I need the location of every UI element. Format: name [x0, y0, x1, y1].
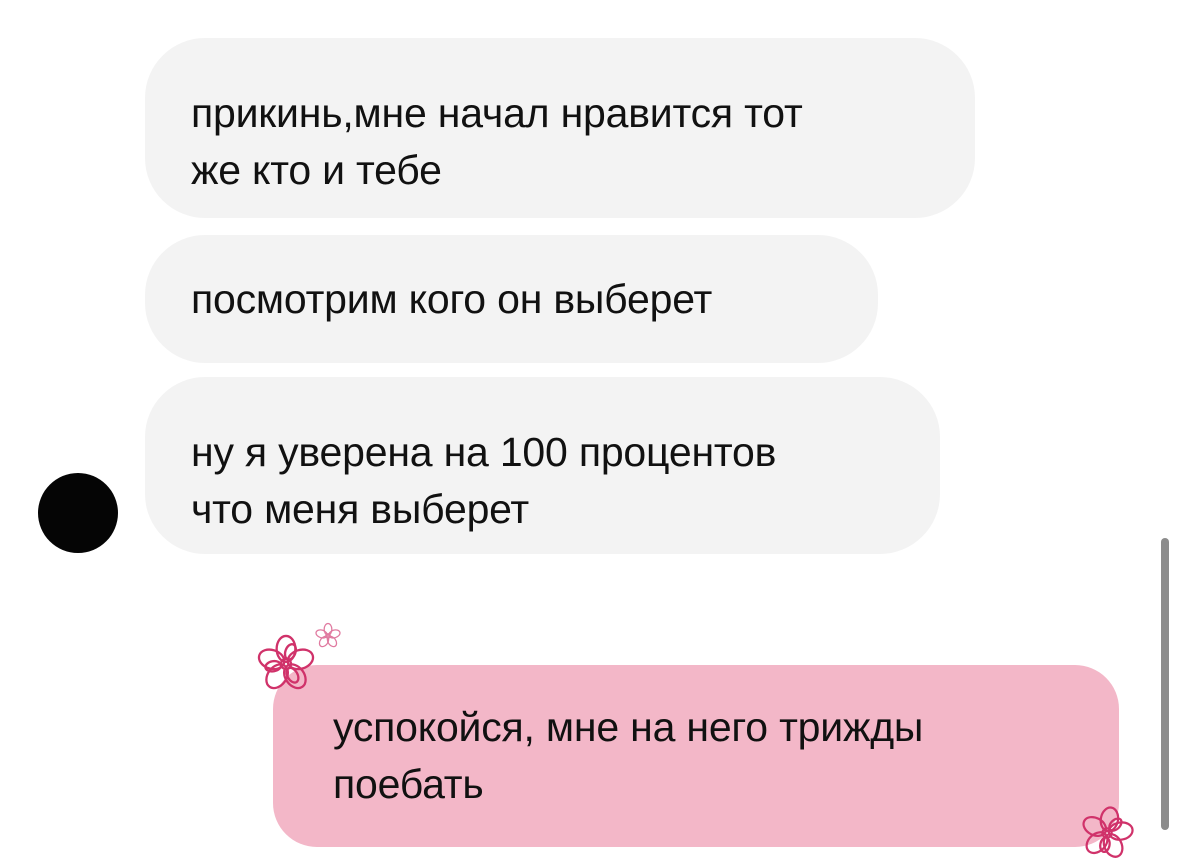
flower-icon: [1082, 806, 1134, 858]
contact-avatar[interactable]: [38, 473, 118, 553]
incoming-message-bubble[interactable]: прикинь,мне начал нравится тот же кто и …: [145, 38, 975, 218]
outgoing-message-bubble[interactable]: успокойся, мне на него трижды поебать: [273, 665, 1119, 847]
scrollbar[interactable]: [1161, 538, 1169, 830]
message-text: успокойся, мне на него трижды поебать: [333, 704, 924, 807]
incoming-message-bubble[interactable]: ну я уверена на 100 процентов что меня в…: [145, 377, 940, 554]
incoming-message-bubble[interactable]: посмотрим кого он выберет: [145, 235, 878, 363]
message-text: посмотрим кого он выберет: [191, 276, 713, 322]
message-text: ну я уверена на 100 процентов что меня в…: [191, 429, 777, 532]
message-text: прикинь,мне начал нравится тот же кто и …: [191, 90, 803, 193]
flower-icon: [315, 622, 341, 648]
